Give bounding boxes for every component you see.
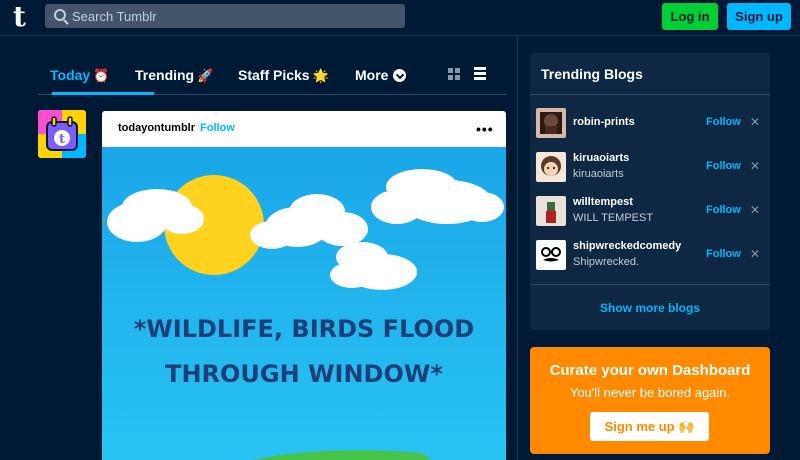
column-divider	[517, 36, 518, 460]
blog-name[interactable]: willtempest	[573, 196, 633, 208]
rocket-icon: 🚀	[197, 69, 214, 84]
blog-follow-button[interactable]: Follow	[706, 248, 741, 260]
show-more-blogs-link[interactable]: Show more blogs	[530, 301, 770, 315]
search-icon	[54, 9, 66, 21]
star-icon: 🌟	[312, 69, 329, 84]
promo-subtitle: You'll never be bored again.	[569, 385, 731, 400]
divider	[530, 284, 770, 285]
trending-blogs-title: Trending Blogs	[541, 66, 643, 82]
close-icon[interactable]: ✕	[750, 203, 760, 217]
trending-blog-row[interactable]: kiruaoiarts kiruaoiarts Follow ✕	[536, 152, 764, 182]
blog-avatar[interactable]	[536, 240, 566, 270]
tab-today[interactable]: Today ⏰	[50, 67, 109, 84]
blog-title: Shipwrecked.	[573, 256, 640, 268]
blog-follow-button[interactable]: Follow	[706, 204, 741, 216]
trending-blog-row[interactable]: willtempest WILL TEMPEST Follow ✕	[536, 196, 764, 226]
blog-avatar[interactable]	[536, 196, 566, 226]
post-avatar[interactable]: t	[38, 110, 86, 158]
promo-title: Curate your own Dashboard	[549, 362, 751, 379]
alarm-clock-icon: ⏰	[93, 69, 110, 84]
search-input[interactable]	[72, 7, 392, 25]
close-icon[interactable]: ✕	[750, 115, 760, 129]
post-blog-name[interactable]: todayontumblr	[118, 122, 195, 134]
blog-follow-button[interactable]: Follow	[706, 160, 741, 172]
top-bar: t Log in Sign up	[0, 0, 800, 36]
tab-trending[interactable]: Trending 🚀	[135, 67, 213, 84]
sign-me-up-button[interactable]: Sign me up 🙌	[590, 412, 709, 441]
curate-dashboard-promo: Curate your own Dashboard You'll never b…	[530, 347, 770, 454]
more-options-icon[interactable]: •••	[476, 121, 494, 137]
active-tab-indicator	[52, 92, 154, 95]
blog-avatar[interactable]	[536, 108, 566, 138]
tab-label: Today	[50, 67, 91, 83]
trending-blog-row[interactable]: robin-prints Follow ✕	[536, 108, 764, 138]
grid-view-icon[interactable]	[448, 68, 460, 80]
post-image[interactable]: *WILDLIFE, BIRDS FLOOD THROUGH WINDOW*	[102, 147, 506, 460]
trending-blogs-panel: Trending Blogs robin-prints Follow ✕ kir…	[530, 53, 770, 330]
list-view-icon[interactable]	[474, 67, 486, 80]
close-icon[interactable]: ✕	[750, 159, 760, 173]
post-header: todayontumblr Follow •••	[102, 111, 506, 147]
tab-staff-picks[interactable]: Staff Picks 🌟	[238, 67, 329, 84]
search-bar[interactable]	[45, 4, 405, 28]
tab-label: More	[355, 67, 389, 83]
divider	[530, 94, 770, 95]
signup-button[interactable]: Sign up	[727, 3, 791, 30]
tab-more[interactable]: More	[355, 67, 407, 83]
blog-name[interactable]: shipwreckedcomedy	[573, 240, 681, 252]
tab-label: Trending	[135, 67, 195, 83]
blog-title: WILL TEMPEST	[573, 212, 654, 224]
post-card: todayontumblr Follow ••• *WILDLIFE, BIRD…	[102, 111, 506, 460]
svg-text:*WILDLIFE, BIRDS FLOOD: *WILDLIFE, BIRDS FLOOD	[134, 315, 474, 343]
login-button[interactable]: Log in	[662, 3, 718, 30]
close-icon[interactable]: ✕	[750, 247, 760, 261]
blog-follow-button[interactable]: Follow	[706, 116, 741, 128]
trending-blog-row[interactable]: shipwreckedcomedy Shipwrecked. Follow ✕	[536, 240, 764, 270]
explore-tabs: Today ⏰ Trending 🚀 Staff Picks 🌟 More	[38, 58, 507, 95]
svg-text:THROUGH WINDOW*: THROUGH WINDOW*	[165, 360, 443, 388]
tab-label: Staff Picks	[238, 67, 310, 83]
blog-name[interactable]: robin-prints	[573, 116, 635, 128]
post-follow-button[interactable]: Follow	[200, 122, 235, 134]
chevron-down-icon	[393, 69, 407, 82]
tumblr-logo[interactable]: t	[13, 3, 26, 31]
svg-text:t: t	[59, 132, 65, 147]
blog-title: kiruaoiarts	[573, 168, 624, 180]
blog-name[interactable]: kiruaoiarts	[573, 152, 629, 164]
blog-avatar[interactable]	[536, 152, 566, 182]
